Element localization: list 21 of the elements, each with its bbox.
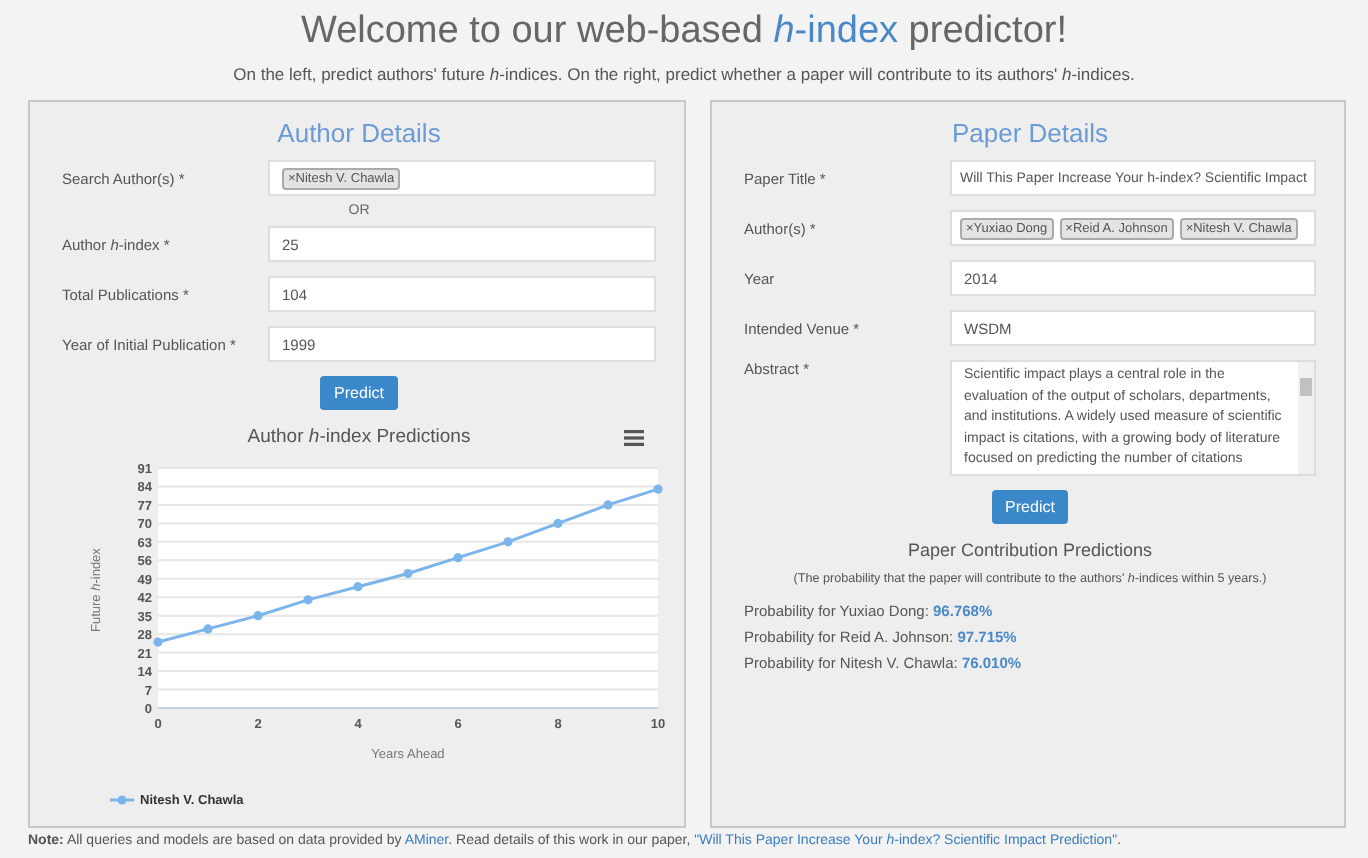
data-point: [453, 553, 463, 563]
legend-marker-icon: [110, 794, 134, 806]
panel-title: Author Details: [275, 118, 443, 148]
data-point: [653, 484, 663, 494]
panel-title: Paper Details: [949, 118, 1111, 148]
page-subtitle: On the left, predict authors' future h-indices. On the right, predict whether a paper will contribute to its authors' h-indices.: [231, 64, 1137, 84]
menu-icon[interactable]: [624, 430, 644, 446]
data-point: [253, 611, 263, 621]
chart-title: Author h-index Predictions: [247, 426, 471, 448]
data-point: [353, 582, 363, 592]
data-point: [403, 568, 413, 579]
predict-button[interactable]: Predict: [320, 376, 398, 410]
data-point: [303, 595, 313, 605]
data-point: [503, 537, 513, 547]
data-point: [553, 518, 563, 528]
data-point: [203, 624, 213, 634]
predict-button[interactable]: Predict: [991, 490, 1069, 524]
data-point: [603, 500, 613, 510]
data-point: [153, 637, 163, 647]
page-title: Welcome to our web-based h-index predictor!: [298, 8, 1070, 56]
results-title: Paper Contribution Predictions: [905, 540, 1155, 560]
